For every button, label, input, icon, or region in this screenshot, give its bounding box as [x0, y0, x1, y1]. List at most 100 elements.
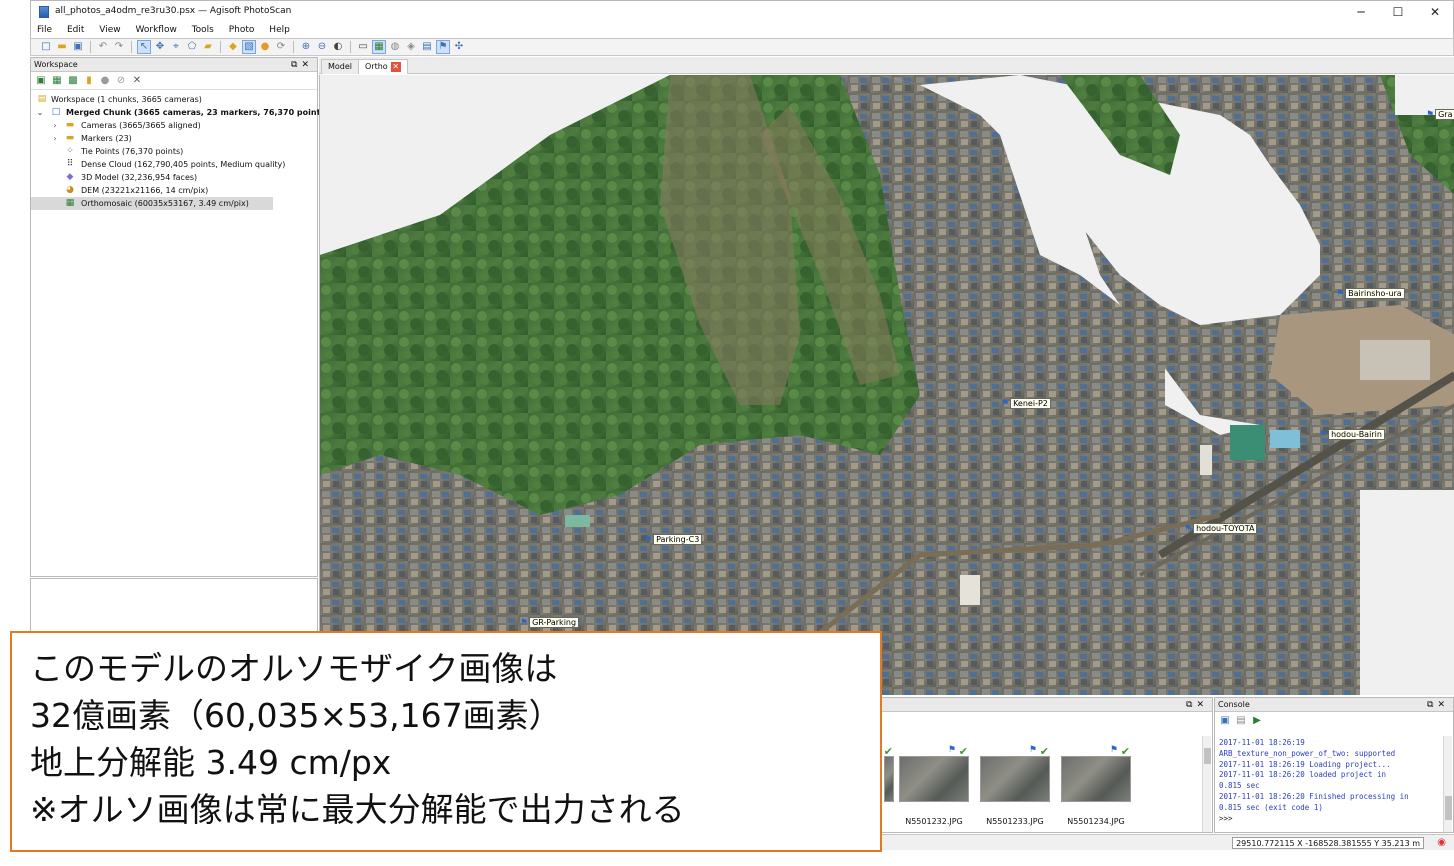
new-file-icon[interactable]: □: [39, 40, 53, 54]
photo-thumbnail[interactable]: ⚑ ✔: [1061, 745, 1131, 802]
workspace-panel-header: Workspace ⧉✕: [31, 58, 317, 72]
tree-item-merged-chunk[interactable]: ⌄ □ Merged Chunk (3665 cameras, 23 marke…: [31, 106, 345, 119]
marker-hodou-toyota[interactable]: ⚑ hodou-TOYOTA: [1184, 523, 1258, 534]
scrollbar-thumb[interactable]: [1204, 748, 1211, 764]
workspace-toolbar: ▣ ▦ ▩ ▮ ● ⊘ ✕: [31, 72, 317, 90]
palette-icon[interactable]: ●: [258, 40, 272, 54]
marker-bairinsho-ura[interactable]: ⚑ Bairinsho-ura: [1336, 288, 1405, 299]
tree-item-workspace[interactable]: ▤ Workspace (1 chunks, 3665 cameras): [31, 93, 317, 106]
tab-ortho[interactable]: Ortho ✕: [358, 59, 408, 74]
menu-edit[interactable]: Edit: [61, 22, 90, 38]
annotation-line: 地上分解能 3.49 cm/px: [30, 743, 392, 782]
photo-thumbnail[interactable]: ⚑ ✔: [899, 745, 969, 802]
move-icon[interactable]: ✥: [153, 40, 167, 54]
redo-icon[interactable]: ↷: [112, 40, 126, 54]
photos-scrollbar[interactable]: [1202, 736, 1211, 832]
tree-item-label: Dense Cloud (162,790,405 points, Medium …: [81, 160, 286, 169]
close-tab-icon[interactable]: ✕: [390, 61, 401, 72]
chunk-icon: □: [51, 107, 61, 117]
tree-item-dem[interactable]: ◕ DEM (23221x21166, 14 cm/pix): [31, 184, 317, 197]
menu-help[interactable]: Help: [263, 22, 296, 38]
tab-model[interactable]: Model: [321, 59, 360, 74]
clear-log-icon[interactable]: ▤: [1235, 715, 1247, 727]
console-panel-header: Console ⧉✕: [1215, 698, 1453, 712]
workspace-panel-title: Workspace: [34, 60, 78, 69]
marker-label: hodou-TOYOTA: [1193, 523, 1258, 534]
log-line: 2017-11-01 18:26:19 Loading project...: [1219, 759, 1391, 769]
panel-float-close-icons[interactable]: ⧉✕: [1427, 698, 1449, 712]
tree-item-label: Tie Points (76,370 points): [81, 147, 184, 156]
open-folder-icon[interactable]: ▬: [55, 40, 69, 54]
photo-label: N5501233.JPG: [986, 817, 1044, 826]
marker-hodou-bairin[interactable]: ⚑ hodou-Bairin: [1319, 429, 1385, 440]
image-view-icon[interactable]: ▭: [356, 40, 370, 54]
tree-item-dense-cloud[interactable]: ⠿ Dense Cloud (162,790,405 points, Mediu…: [31, 158, 317, 171]
menu-view[interactable]: View: [93, 22, 126, 38]
undo-icon[interactable]: ↶: [96, 40, 110, 54]
enable-icon[interactable]: ●: [99, 75, 111, 87]
refresh-icon[interactable]: ⟳: [274, 40, 288, 54]
ortho-view[interactable]: ⚑ Gra ⚑ Bairinsho-ura ⚑ Kenei-P2 ⚑ hodou-Bai…: [319, 75, 1454, 695]
tree-item-label: Markers (23): [81, 134, 132, 143]
remove-icon[interactable]: ✕: [131, 75, 143, 87]
disable-icon[interactable]: ⊘: [115, 75, 127, 87]
menu-tools[interactable]: Tools: [186, 22, 220, 38]
zoom-in-icon[interactable]: ⊕: [299, 40, 313, 54]
import-icon[interactable]: ▮: [83, 75, 95, 87]
marker-icon[interactable]: ◆: [226, 40, 240, 54]
tab-label: Ortho: [365, 62, 388, 71]
expand-arrow-icon[interactable]: ⌄: [36, 106, 44, 119]
rotate-icon[interactable]: ◐: [331, 40, 345, 54]
save-icon[interactable]: ▣: [71, 40, 85, 54]
add-folder-icon[interactable]: ▩: [67, 75, 79, 87]
expand-arrow-icon[interactable]: ›: [51, 119, 59, 132]
layers-icon[interactable]: ▤: [420, 40, 434, 54]
ortho-view-icon[interactable]: ▦: [372, 40, 386, 54]
filter-icon[interactable]: ◈: [404, 40, 418, 54]
fit-view-icon[interactable]: ✣: [452, 40, 466, 54]
zoom-out-icon[interactable]: ⊖: [315, 40, 329, 54]
console-scrollbar[interactable]: [1443, 736, 1452, 832]
show-markers-icon[interactable]: ⚑: [436, 40, 450, 54]
workspace-icon: ▤: [37, 94, 47, 104]
polygon-icon[interactable]: ⬠: [185, 40, 199, 54]
annotation-line: 32億画素（60,035×53,167画素）: [30, 696, 562, 735]
ruler-point-icon[interactable]: ⌖: [169, 40, 183, 54]
flag-icon: ⚑: [1184, 523, 1193, 534]
menu-photo[interactable]: Photo: [223, 22, 261, 38]
console-prompt[interactable]: >>>: [1219, 814, 1441, 825]
photo-thumbnail[interactable]: ⚑ ✔: [980, 745, 1050, 802]
tree-item-cameras[interactable]: › ▬ Cameras (3665/3665 aligned): [31, 119, 317, 132]
tree-item-3d-model[interactable]: ◆ 3D Model (32,236,954 faces): [31, 171, 317, 184]
tree-item-orthomosaic[interactable]: ▦ Orthomosaic (60035x53167, 3.49 cm/pix): [31, 197, 273, 210]
panel-float-close-icons[interactable]: ⧉✕: [1186, 698, 1208, 712]
scrollbar-thumb[interactable]: [1445, 796, 1452, 820]
shapes-icon[interactable]: ◍: [388, 40, 402, 54]
annotation-line: ※オルソ画像は常に最大分解能で出力される: [30, 790, 685, 829]
navigation-cursor-icon[interactable]: ↖: [137, 40, 151, 54]
panel-float-close-icons[interactable]: ⧉✕: [291, 58, 313, 72]
flag-icon: ⚑: [1001, 398, 1010, 409]
marker-gra[interactable]: ⚑ Gra: [1426, 109, 1454, 120]
tree-item-markers[interactable]: › ▬ Markers (23): [31, 132, 317, 145]
menu-workflow[interactable]: Workflow: [129, 22, 182, 38]
minimize-button[interactable]: ─: [1343, 3, 1379, 21]
menu-file[interactable]: File: [31, 22, 58, 38]
marker-parking-c3[interactable]: ⚑ Parking-C3: [644, 534, 703, 545]
maximize-button[interactable]: ☐: [1380, 3, 1416, 21]
close-button[interactable]: ✕: [1417, 3, 1453, 21]
dense-cloud-icon: ⠿: [66, 159, 74, 169]
expand-arrow-icon[interactable]: ›: [51, 132, 59, 145]
ruler-icon[interactable]: ▰: [201, 40, 215, 54]
tree-item-tie-points[interactable]: ⁘ Tie Points (76,370 points): [31, 145, 317, 158]
marker-kenei-p2[interactable]: ⚑ Kenei-P2: [1001, 398, 1051, 409]
run-script-icon[interactable]: ▶: [1251, 715, 1263, 727]
add-chunk-icon[interactable]: ▣: [35, 75, 47, 87]
save-log-icon[interactable]: ▣: [1219, 715, 1231, 727]
image-select-icon[interactable]: ▧: [242, 40, 256, 54]
toolbar-divider: [220, 41, 221, 53]
marker-gr-parking[interactable]: ⚑ GR-Parking: [520, 617, 580, 628]
photo-thumbnail[interactable]: ✔: [884, 745, 894, 802]
log-line: 2017-11-01 18:26:20 loaded project in: [1219, 770, 1387, 780]
add-photos-icon[interactable]: ▦: [51, 75, 63, 87]
